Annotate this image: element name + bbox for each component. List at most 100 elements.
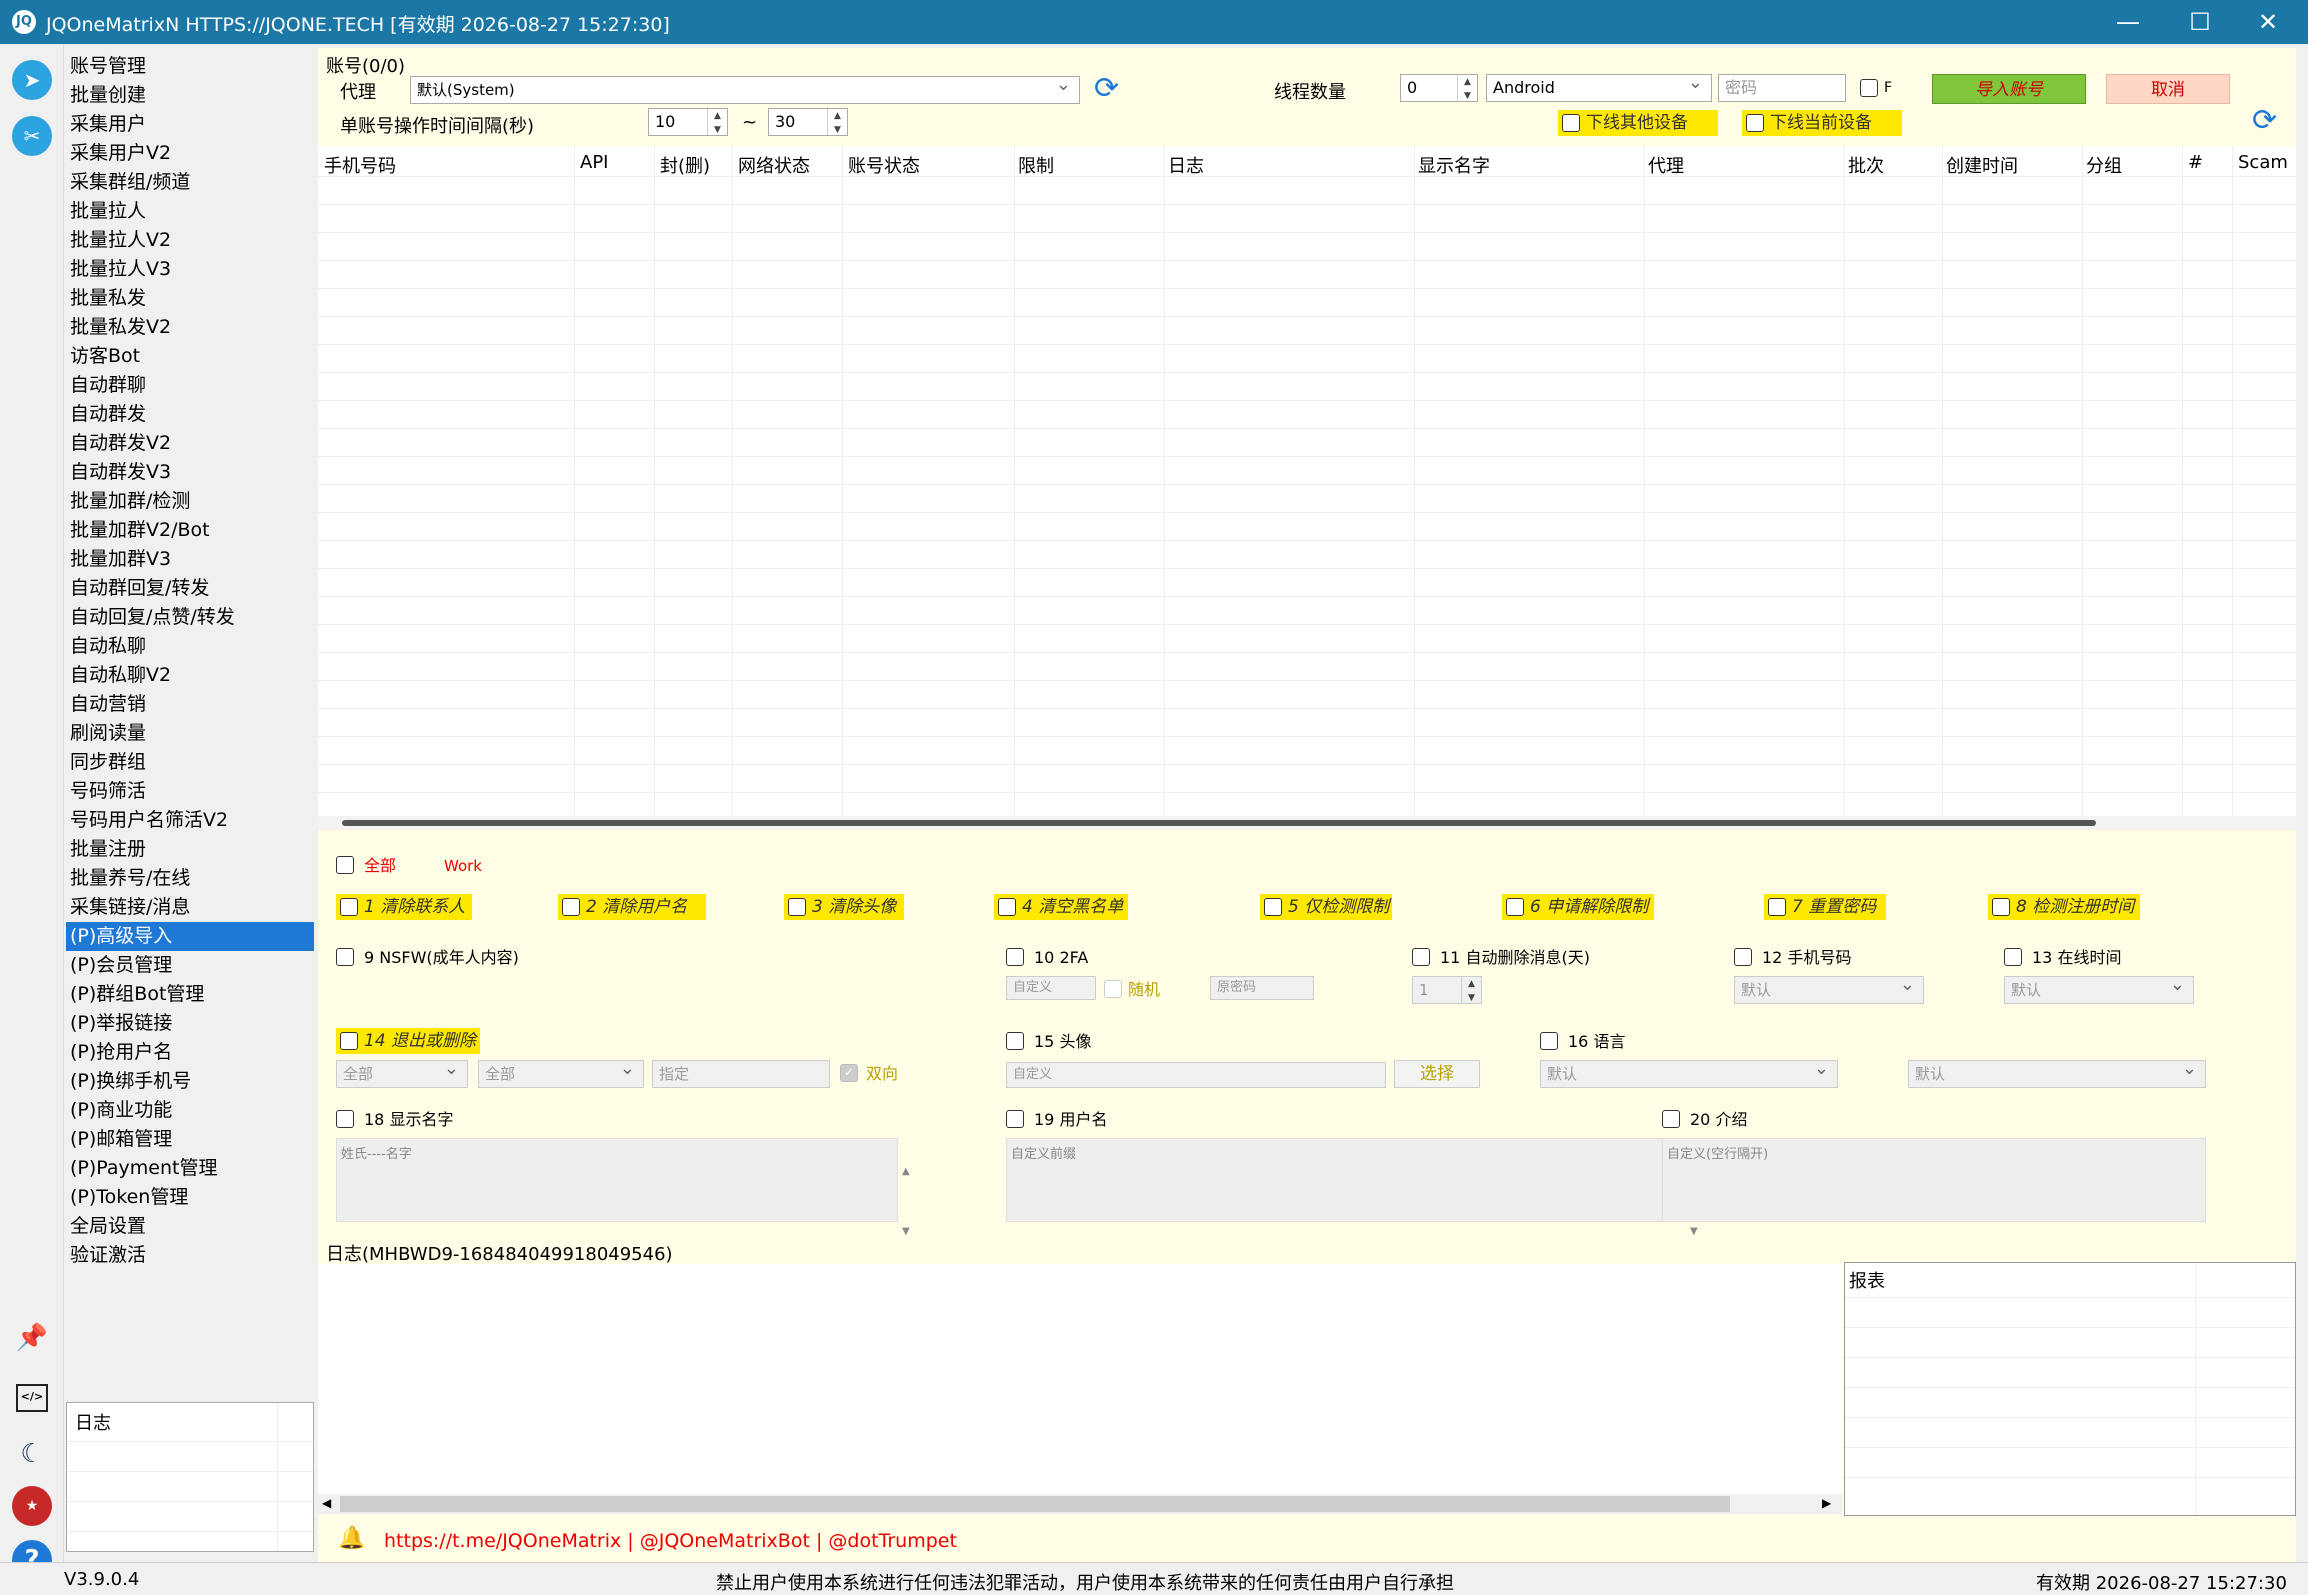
sidebar-item[interactable]: (P)群组Bot管理: [66, 980, 314, 1009]
language-checkbox[interactable]: [1540, 1032, 1558, 1050]
choose-avatar-button[interactable]: 选择: [1394, 1060, 1480, 1088]
sidebar-item[interactable]: 批量私发V2: [66, 313, 314, 342]
thread-count-input[interactable]: 0 ▲ ▼: [1400, 74, 1478, 102]
sidebar-item[interactable]: 批量注册: [66, 835, 314, 864]
sidebar-item[interactable]: 采集用户: [66, 110, 314, 139]
logout-scope-select-1[interactable]: 全部: [336, 1060, 468, 1088]
sidebar-item[interactable]: 采集群组/频道: [66, 168, 314, 197]
sidebar-item[interactable]: 号码用户名筛活V2: [66, 806, 314, 835]
display-name-checkbox[interactable]: [336, 1110, 354, 1128]
refresh-proxy-icon[interactable]: ⟳: [1094, 74, 1119, 104]
random-checkbox[interactable]: [1104, 980, 1122, 998]
sidebar-item[interactable]: 批量加群/检测: [66, 487, 314, 516]
offline-other-devices[interactable]: 下线其他设备: [1558, 110, 1718, 136]
sidebar-item[interactable]: 自动群发: [66, 400, 314, 429]
online-time-select[interactable]: 默认: [2004, 976, 2194, 1004]
username-textarea[interactable]: 自定义前缀: [1006, 1138, 1686, 1222]
option-checkbox[interactable]: [340, 898, 358, 916]
sidebar-item[interactable]: 自动群发V2: [66, 429, 314, 458]
logout-delete-option[interactable]: 14 退出或删除: [336, 1028, 480, 1054]
logout-scope-select-2[interactable]: 全部: [478, 1060, 644, 1088]
option-checkbox[interactable]: [998, 898, 1016, 916]
moon-icon[interactable]: ☾: [12, 1434, 52, 1474]
column-header[interactable]: 分组: [2086, 152, 2122, 178]
sidebar-item[interactable]: 自动私聊: [66, 632, 314, 661]
password-input[interactable]: 密码: [1718, 74, 1846, 102]
display-name-textarea[interactable]: 姓氏----名字: [336, 1138, 898, 1222]
interval-max-spinner[interactable]: ▲ ▼: [827, 109, 847, 135]
language-select-2[interactable]: 默认: [1908, 1060, 2206, 1088]
auto-delete-input[interactable]: 1 ▲ ▼: [1412, 976, 1482, 1004]
proxy-select[interactable]: 默认(System): [410, 76, 1080, 104]
language-select-1[interactable]: 默认: [1540, 1060, 1838, 1088]
sidebar-item[interactable]: 批量加群V3: [66, 545, 314, 574]
column-header[interactable]: 批次: [1848, 152, 1884, 178]
scroll-right-icon[interactable]: ▶: [1822, 1496, 1831, 1510]
sidebar-item[interactable]: 访客Bot: [66, 342, 314, 371]
phone-select[interactable]: 默认: [1734, 976, 1924, 1004]
username-checkbox[interactable]: [1006, 1110, 1024, 1128]
interval-min-spinner[interactable]: ▲ ▼: [707, 109, 727, 135]
sidebar-item[interactable]: 批量创建: [66, 81, 314, 110]
column-header[interactable]: #: [2188, 152, 2203, 173]
log-scroll-thumb[interactable]: [340, 1496, 1730, 1512]
import-accounts-button[interactable]: 导入账号: [1932, 74, 2086, 104]
code-icon[interactable]: </>: [16, 1384, 48, 1412]
sidebar-item[interactable]: 自动回复/点赞/转发: [66, 603, 314, 632]
column-header[interactable]: 账号状态: [848, 152, 920, 178]
sidebar-item[interactable]: 采集用户V2: [66, 139, 314, 168]
interval-min-input[interactable]: 10 ▲ ▼: [648, 108, 728, 136]
twoway-checkbox[interactable]: ✓: [840, 1064, 858, 1082]
bio-checkbox[interactable]: [1662, 1110, 1680, 1128]
sidebar-item[interactable]: 批量拉人V3: [66, 255, 314, 284]
auto-delete-spinner[interactable]: ▲ ▼: [1461, 977, 1481, 1003]
option-checkbox[interactable]: [562, 898, 580, 916]
tools-icon[interactable]: ✂: [12, 116, 52, 156]
avatar-checkbox[interactable]: [1006, 1032, 1024, 1050]
auto-delete-checkbox[interactable]: [1412, 948, 1430, 966]
sidebar-item[interactable]: (P)Payment管理: [66, 1154, 314, 1183]
column-header[interactable]: 手机号码: [324, 152, 396, 178]
sidebar-item[interactable]: 采集链接/消息: [66, 893, 314, 922]
offline-other-checkbox[interactable]: [1562, 114, 1580, 132]
option-row1-item[interactable]: 2 清除用户名: [558, 894, 706, 920]
sidebar-item[interactable]: 批量私发: [66, 284, 314, 313]
scroll-left-icon[interactable]: ◀: [322, 1496, 331, 1510]
telegram-icon[interactable]: ➤: [12, 60, 52, 100]
avatar-custom-input[interactable]: 自定义: [1006, 1062, 1386, 1088]
device-select[interactable]: Android: [1486, 74, 1712, 102]
f-checkbox[interactable]: [1860, 79, 1878, 97]
option-row1-item[interactable]: 7 重置密码: [1764, 894, 1886, 920]
sidebar-item[interactable]: 全局设置: [66, 1212, 314, 1241]
sidebar-item[interactable]: 号码筛活: [66, 777, 314, 806]
sidebar-item[interactable]: (P)Token管理: [66, 1183, 314, 1212]
flag-icon[interactable]: ★: [12, 1486, 52, 1526]
sidebar-item[interactable]: (P)举报链接: [66, 1009, 314, 1038]
cancel-button[interactable]: 取消: [2106, 74, 2230, 104]
option-row1-item[interactable]: 8 检测注册时间: [1988, 894, 2140, 920]
sidebar-item[interactable]: (P)会员管理: [66, 951, 314, 980]
table-scroll-thumb[interactable]: [342, 820, 2096, 826]
sidebar-item[interactable]: 批量拉人V2: [66, 226, 314, 255]
all-checkbox[interactable]: [336, 856, 354, 874]
option-checkbox[interactable]: [1768, 898, 1786, 916]
orig-password-input[interactable]: 原密码: [1210, 976, 1314, 1000]
column-header[interactable]: 限制: [1018, 152, 1054, 178]
sidebar-item[interactable]: 批量加群V2/Bot: [66, 516, 314, 545]
column-header[interactable]: 代理: [1648, 152, 1684, 178]
contact-links[interactable]: https://t.me/JQOneMatrix | @JQOneMatrixB…: [384, 1530, 957, 1552]
nsfw-checkbox[interactable]: [336, 948, 354, 966]
sidebar-item[interactable]: (P)抢用户名: [66, 1038, 314, 1067]
option-checkbox[interactable]: [1506, 898, 1524, 916]
option-row1-item[interactable]: 6 申请解除限制: [1502, 894, 1654, 920]
column-header[interactable]: 封(删): [660, 152, 710, 178]
minimize-button[interactable]: —: [2098, 0, 2158, 44]
column-header[interactable]: 创建时间: [1946, 152, 2018, 178]
sidebar-item[interactable]: (P)商业功能: [66, 1096, 314, 1125]
column-header[interactable]: 日志: [1168, 152, 1204, 178]
phone-checkbox[interactable]: [1734, 948, 1752, 966]
twofa-checkbox[interactable]: [1006, 948, 1024, 966]
log-hscrollbar[interactable]: ◀ ▶: [318, 1494, 1842, 1514]
option-row1-item[interactable]: 4 清空黑名单: [994, 894, 1128, 920]
close-button[interactable]: ✕: [2238, 0, 2298, 44]
